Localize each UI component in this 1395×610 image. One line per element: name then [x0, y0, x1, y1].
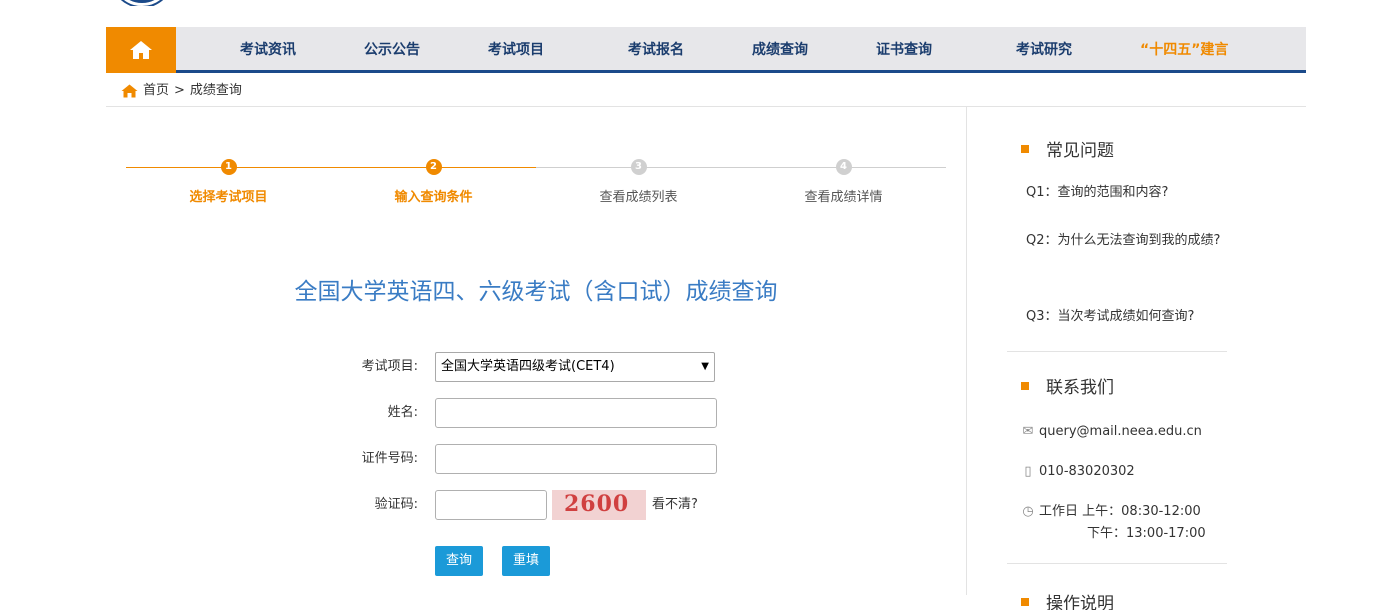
step-3: 3 查看成绩列表 [536, 158, 741, 205]
nav-item-exam-research[interactable]: 考试研究 [1016, 27, 1072, 73]
reset-button[interactable]: 重填 [502, 546, 550, 576]
guide-heading: 操作说明 [1021, 589, 1114, 610]
page-title: 全国大学英语四、六级考试（含口试）成绩查询 [126, 272, 946, 306]
phone-icon: ▯ [1021, 461, 1035, 482]
breadcrumb-home-icon [121, 84, 138, 98]
breadcrumb-home-link[interactable]: 首页 [143, 83, 169, 98]
contact-phone: ▯ 010-83020302 [1021, 461, 1135, 482]
contact-heading: 联系我们 [1021, 373, 1114, 398]
contact-email: ✉ query@mail.neea.edu.cn [1021, 421, 1202, 442]
exam-select[interactable]: 全国大学英语四级考试(CET4) ▼ [435, 352, 715, 382]
clock-icon: ◷ [1021, 501, 1035, 522]
bullet-square-icon [1021, 598, 1029, 606]
breadcrumb-current: 成绩查询 [190, 83, 242, 98]
step-4-number: 4 [836, 159, 852, 175]
step-3-label: 查看成绩列表 [536, 186, 741, 205]
exam-label: 考试项目: [330, 352, 418, 382]
captcha-label: 验证码: [330, 490, 418, 520]
bullet-square-icon [1021, 382, 1029, 390]
contact-phone-text: 010-83020302 [1039, 464, 1135, 479]
nav-item-score-query[interactable]: 成绩查询 [752, 27, 808, 73]
step-2: 2 输入查询条件 [331, 158, 536, 205]
step-1-number: 1 [221, 159, 237, 175]
submit-button[interactable]: 查询 [435, 546, 483, 576]
progress-steps: 1 选择考试项目 2 输入查询条件 3 查看成绩列表 4 查看成绩详情 [126, 158, 946, 218]
site-logo[interactable] [112, 0, 172, 6]
step-3-number: 3 [631, 159, 647, 175]
id-label: 证件号码: [330, 444, 418, 474]
nav-item-suggestions[interactable]: “十四五”建言 [1140, 27, 1228, 73]
name-input[interactable] [435, 398, 717, 428]
nav-item-exam-news[interactable]: 考试资讯 [240, 27, 296, 73]
name-label: 姓名: [330, 398, 418, 428]
captcha-text: 2600 [564, 491, 629, 517]
nav-item-certificate-query[interactable]: 证书查询 [876, 27, 932, 73]
main-nav: 考试资讯 公示公告 考试项目 考试报名 成绩查询 证书查询 考试研究 “十四五”… [106, 27, 1306, 73]
id-number-input[interactable] [435, 444, 717, 474]
step-2-label: 输入查询条件 [331, 186, 536, 205]
captcha-input[interactable] [435, 490, 547, 520]
breadcrumb: 首页 > 成绩查询 [106, 76, 1306, 107]
bullet-square-icon [1021, 145, 1029, 153]
sidebar-divider [1007, 563, 1227, 564]
contact-email-text: query@mail.neea.edu.cn [1039, 424, 1202, 439]
logo-emblem-icon [112, 0, 172, 6]
faq-item[interactable]: Q2：为什么无法查询到我的成绩? [1026, 227, 1226, 255]
step-1: 1 选择考试项目 [126, 158, 331, 205]
hours-afternoon: 下午：13:00-17:00 [1087, 523, 1206, 544]
home-icon [129, 40, 153, 60]
exam-select-value: 全国大学英语四级考试(CET4) [441, 359, 615, 374]
faq-item[interactable]: Q3：当次考试成绩如何查询? [1026, 303, 1226, 331]
nav-item-announcements[interactable]: 公示公告 [364, 27, 420, 73]
step-2-number: 2 [426, 159, 442, 175]
page: 考试资讯 公示公告 考试项目 考试报名 成绩查询 证书查询 考试研究 “十四五”… [0, 0, 1395, 610]
contact-title: 联系我们 [1046, 378, 1114, 398]
dropdown-arrow-icon: ▼ [701, 353, 709, 381]
hours-label: 工作日 [1039, 504, 1078, 519]
mail-icon: ✉ [1021, 421, 1035, 442]
nav-item-registration[interactable]: 考试报名 [628, 27, 684, 73]
step-4: 4 查看成绩详情 [741, 158, 946, 205]
contact-hours: ◷ 工作日 上午：08:30-12:00 [1021, 501, 1201, 522]
content-divider [966, 107, 967, 595]
captcha-image[interactable]: 2600 [552, 490, 646, 520]
breadcrumb-separator: > [174, 83, 185, 98]
sidebar-divider [1007, 351, 1227, 352]
faq-title: 常见问题 [1046, 141, 1114, 161]
step-1-label: 选择考试项目 [126, 186, 331, 205]
faq-item[interactable]: Q1：查询的范围和内容? [1026, 179, 1226, 207]
faq-heading: 常见问题 [1021, 136, 1114, 161]
captcha-refresh-link[interactable]: 看不清? [652, 490, 698, 520]
hours-morning: 上午：08:30-12:00 [1082, 504, 1201, 519]
guide-title: 操作说明 [1046, 594, 1114, 610]
step-4-label: 查看成绩详情 [741, 186, 946, 205]
nav-home-button[interactable] [106, 27, 176, 73]
nav-item-exam-projects[interactable]: 考试项目 [488, 27, 544, 73]
